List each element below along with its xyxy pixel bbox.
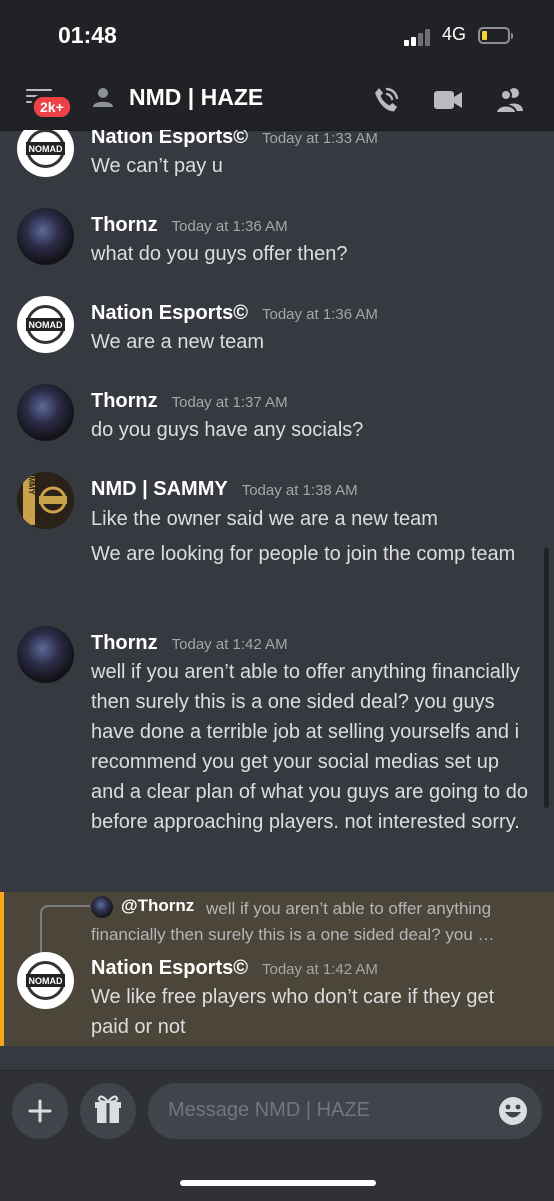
message-text: do you guys have any socials? xyxy=(91,419,364,441)
signal-icon xyxy=(404,28,434,46)
avatar[interactable]: SAMMY xyxy=(17,472,74,529)
channel-header: 2k+ NMD | HAZE xyxy=(0,72,554,131)
message-author[interactable]: Nation Esports© Today at 1:36 AM xyxy=(91,302,378,325)
message-timestamp: Today at 1:37 AM xyxy=(171,394,288,411)
message-timestamp: Today at 1:42 AM xyxy=(261,961,378,978)
message-input-placeholder: Message NMD | HAZE xyxy=(168,1099,370,1121)
avatar[interactable]: NOMAD xyxy=(17,130,74,177)
gift-icon xyxy=(95,1095,121,1123)
message-author[interactable]: NMD | SAMMY Today at 1:38 AM xyxy=(91,478,358,501)
network-label: 4G xyxy=(442,24,467,44)
nomad-logo: NOMAD xyxy=(26,130,65,168)
sammy-logo: SAMMY xyxy=(17,472,74,529)
scrollbar[interactable] xyxy=(544,548,549,808)
nomad-logo-text: NOMAD xyxy=(29,320,63,330)
reply-connector xyxy=(40,905,90,953)
avatar[interactable] xyxy=(17,626,74,683)
plus-icon xyxy=(28,1099,52,1123)
avatar[interactable]: NOMAD xyxy=(17,952,74,1009)
members-icon[interactable] xyxy=(494,84,526,116)
status-time: 01:48 xyxy=(58,22,117,48)
message-text: what do you guys offer then? xyxy=(91,243,348,265)
message-list[interactable]: well if you aren’t able to offer anythin… xyxy=(0,130,554,1070)
video-call-icon[interactable] xyxy=(432,84,464,116)
message-timestamp: Today at 1:36 AM xyxy=(171,218,288,235)
message-author[interactable]: Nation Esports© Today at 1:42 AM xyxy=(91,957,378,980)
battery-icon xyxy=(478,27,513,44)
message-text: We are looking for people to join the co… xyxy=(91,543,516,565)
home-indicator[interactable] xyxy=(180,1180,376,1186)
gift-button[interactable] xyxy=(80,1083,136,1139)
nomad-logo-text: NOMAD xyxy=(29,976,63,986)
message-timestamp: Today at 1:36 AM xyxy=(261,306,378,323)
voice-call-icon[interactable] xyxy=(370,84,402,116)
nomad-logo: NOMAD xyxy=(26,961,65,1000)
message-author[interactable]: Nation Esports© Today at 1:33 AM xyxy=(91,130,378,149)
message-timestamp: Today at 1:33 AM xyxy=(261,130,378,147)
message-author[interactable]: Thornz Today at 1:37 AM xyxy=(91,390,288,413)
message-timestamp: Today at 1:38 AM xyxy=(241,482,358,499)
message-author[interactable]: Thornz Today at 1:42 AM xyxy=(91,632,288,655)
message-text: well if you aren’t able to offer anythin… xyxy=(91,661,528,833)
message-timestamp: Today at 1:42 AM xyxy=(171,636,288,653)
message-text: We can’t pay u xyxy=(91,155,223,177)
channel-title: NMD | HAZE xyxy=(129,84,264,110)
message-text: We are a new team xyxy=(91,331,265,353)
nomad-logo: NOMAD xyxy=(26,305,65,344)
message-text: We like free players who don’t care if t… xyxy=(91,986,495,1038)
reply-mention[interactable]: @Thornz xyxy=(121,896,194,916)
avatar[interactable] xyxy=(17,384,74,441)
nomad-logo-text: NOMAD xyxy=(29,144,63,154)
sammy-logo-text: SAMMY xyxy=(27,472,36,496)
emoji-icon[interactable] xyxy=(498,1096,528,1126)
add-attachment-button[interactable] xyxy=(12,1083,68,1139)
avatar[interactable]: NOMAD xyxy=(17,296,74,353)
avatar[interactable] xyxy=(17,208,74,265)
message-input[interactable]: Message NMD | HAZE xyxy=(148,1083,542,1139)
message-text: Like the owner said we are a new team xyxy=(91,508,438,530)
dm-user-icon xyxy=(93,88,113,107)
unread-badge: 2k+ xyxy=(31,94,73,120)
message-author[interactable]: Thornz Today at 1:36 AM xyxy=(91,214,288,237)
status-bar: 01:48 4G xyxy=(0,0,554,72)
